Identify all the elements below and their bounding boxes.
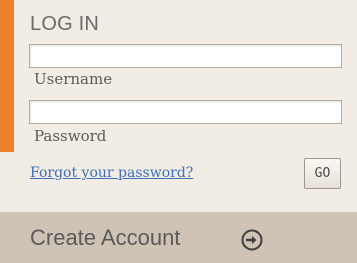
login-heading: LOG IN: [30, 13, 99, 35]
login-panel: LOG IN Username Password Forgot your pas…: [0, 0, 357, 212]
accent-bar: [0, 0, 14, 152]
password-label: Password: [34, 127, 107, 145]
create-account-button[interactable]: Create Account: [0, 212, 357, 263]
create-account-label: Create Account: [30, 225, 181, 250]
username-input[interactable]: [29, 44, 342, 68]
forgot-password-link[interactable]: Forgot your password?: [30, 165, 193, 181]
arrow-right-circle-icon: [241, 229, 263, 251]
go-button[interactable]: GO: [304, 158, 341, 189]
password-input[interactable]: [29, 100, 342, 124]
username-label: Username: [34, 70, 113, 88]
